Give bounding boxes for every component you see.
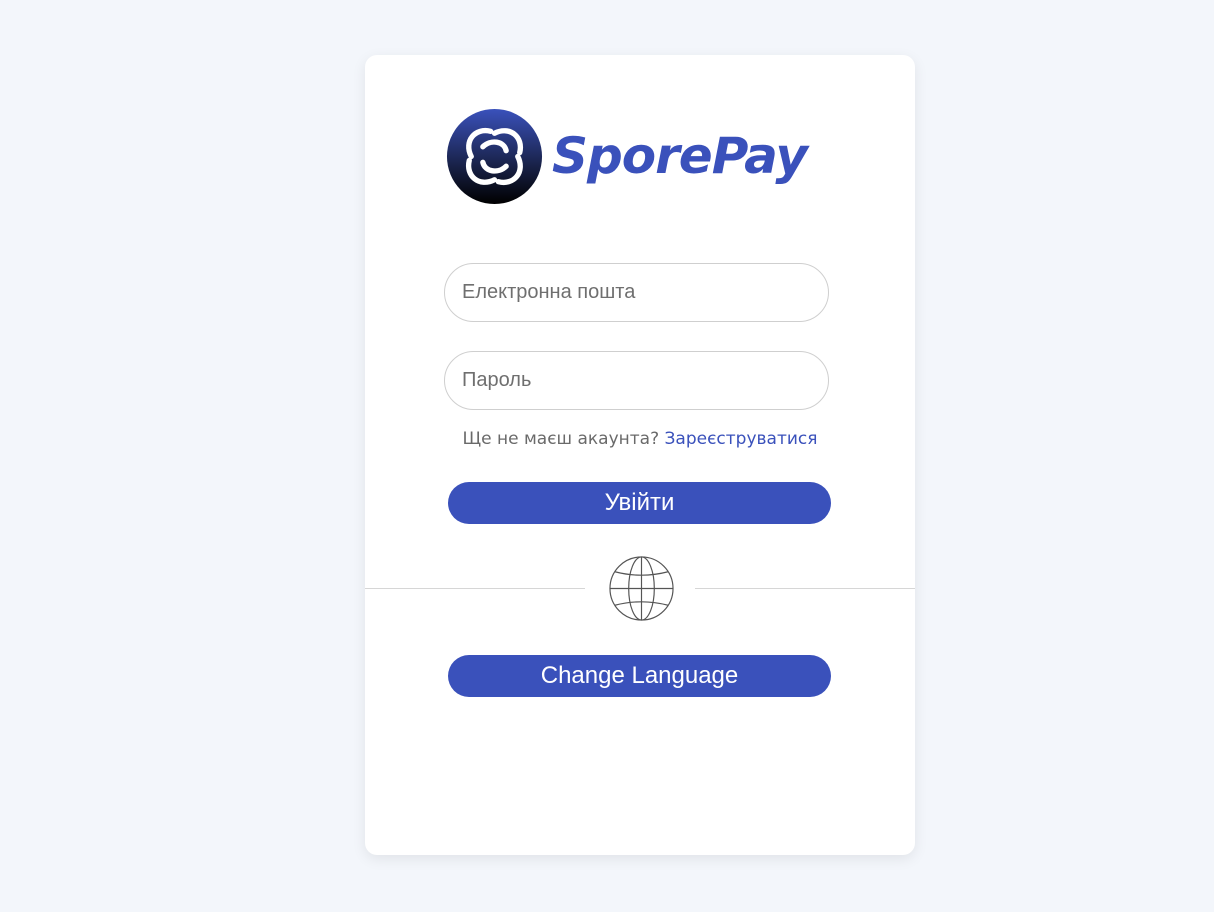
sporepay-swirl-logo-icon — [446, 108, 543, 205]
signup-prompt-text: Ще не маєш акаунта? — [462, 429, 660, 449]
login-button[interactable]: Увійти — [448, 482, 831, 524]
brand-name: SporePay — [552, 127, 808, 185]
divider-right — [695, 588, 915, 589]
signup-link[interactable]: Зареєструватися — [665, 429, 818, 449]
divider-left — [365, 588, 585, 589]
brand-logo: SporePay — [446, 108, 831, 206]
signup-prompt: Ще не маєш акаунта? Зареєструватися — [365, 429, 915, 449]
email-field[interactable] — [444, 263, 829, 322]
globe-icon — [609, 556, 674, 621]
password-field[interactable] — [444, 351, 829, 410]
change-language-button[interactable]: Change Language — [448, 655, 831, 697]
login-card: SporePay Ще не маєш акаунта? Зареєструва… — [365, 55, 915, 855]
